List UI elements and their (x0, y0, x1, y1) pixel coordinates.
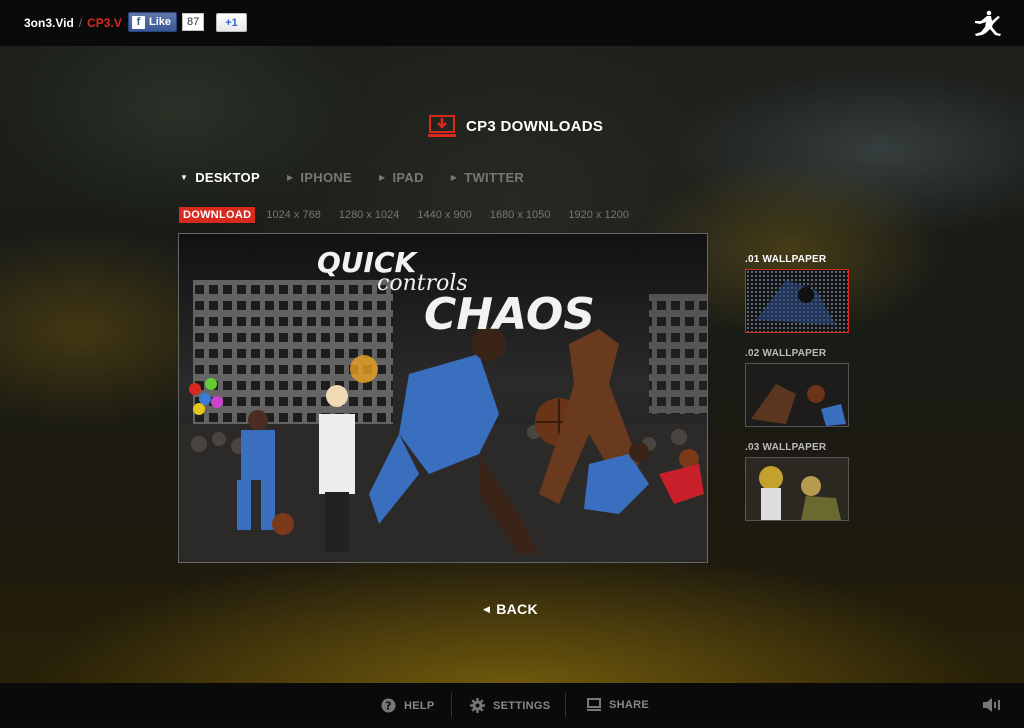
facebook-like-button[interactable]: f Like (128, 12, 178, 32)
help-button[interactable]: ? HELP (381, 698, 435, 713)
tab-desktop[interactable]: ▼ DESKTOP (180, 170, 260, 185)
wallpaper-thumbnails: .01 WALLPAPER .02 WALLPAPER .03 WALLPAPE… (745, 254, 849, 536)
wallpaper-label: .03 WALLPAPER (745, 442, 827, 453)
download-button[interactable]: DOWNLOAD (179, 207, 256, 223)
breadcrumb-current[interactable]: CP3.V (87, 16, 122, 30)
share-label: SHARE (609, 699, 650, 711)
resolution-option[interactable]: 1920 x 1200 (568, 209, 629, 221)
resolution-option[interactable]: 1440 x 900 (417, 209, 471, 221)
device-tabs: ▼ DESKTOP ▶ IPHONE ▶ IPAD ▶ TWITTER (180, 170, 551, 185)
wallpaper-preview-image: QUICK controls CHAOS (179, 234, 707, 562)
wallpaper-label: .01 WALLPAPER (745, 254, 827, 265)
facebook-like-count: 87 (182, 13, 205, 31)
jumpman-logo-icon[interactable] (974, 10, 1002, 36)
wallpaper-thumbnail-image (746, 364, 848, 426)
tab-label: DESKTOP (195, 170, 260, 185)
preview-text-chaos: CHAOS (424, 289, 595, 340)
back-label: BACK (496, 601, 538, 617)
facebook-like-widget: f Like 87 (128, 12, 205, 32)
tab-label: IPAD (392, 170, 424, 185)
facebook-like-label: Like (149, 16, 172, 28)
wallpaper-label: .02 WALLPAPER (745, 348, 827, 359)
caret-right-icon: ▶ (450, 173, 458, 182)
resolution-row: DOWNLOAD 1024 x 768 1280 x 1024 1440 x 9… (179, 207, 647, 223)
wallpaper-thumbnail[interactable] (745, 457, 849, 521)
tab-twitter[interactable]: ▶ TWITTER (451, 170, 524, 185)
wallpaper-option[interactable]: .03 WALLPAPER (745, 442, 849, 521)
wallpaper-thumbnail[interactable] (745, 269, 849, 333)
tab-iphone[interactable]: ▶ IPHONE (287, 170, 352, 185)
wallpaper-thumbnail[interactable] (745, 363, 849, 427)
svg-text:?: ? (385, 700, 392, 713)
breadcrumb-home-link[interactable]: 3on3.Vid (24, 16, 74, 30)
caret-down-icon: ▼ (180, 173, 189, 182)
wallpaper-thumbnail-image (746, 458, 848, 520)
settings-button[interactable]: SETTINGS (470, 698, 550, 713)
top-bar: 3on3.Vid / CP3.V f Like 87 +1 (0, 0, 1024, 46)
sound-icon[interactable] (982, 698, 1002, 712)
breadcrumb: 3on3.Vid / CP3.V (24, 16, 122, 30)
settings-label: SETTINGS (493, 699, 551, 712)
tab-label: TWITTER (464, 170, 525, 185)
download-tray-icon (428, 115, 456, 137)
caret-left-icon: ◀ (483, 603, 491, 614)
resolution-option[interactable]: 1680 x 1050 (490, 209, 551, 221)
wallpaper-option[interactable]: .02 WALLPAPER (745, 348, 849, 427)
tab-ipad[interactable]: ▶ IPAD (379, 170, 424, 185)
help-label: HELP (404, 699, 435, 712)
tab-label: IPHONE (300, 170, 353, 185)
page-title: CP3 DOWNLOADS (466, 117, 604, 135)
divider (451, 693, 452, 717)
wallpaper-preview: QUICK controls CHAOS (178, 233, 708, 563)
divider (565, 693, 566, 717)
breadcrumb-separator: / (78, 16, 83, 30)
gear-icon (470, 698, 485, 713)
google-plus-button[interactable]: +1 (216, 13, 247, 32)
share-screen-icon (587, 698, 601, 711)
share-button[interactable]: SHARE (587, 698, 649, 712)
bottom-bar: ? HELP SETTINGS SHARE (0, 683, 1024, 728)
back-button[interactable]: ◀ BACK (483, 601, 538, 617)
help-icon: ? (381, 698, 396, 713)
wallpaper-option[interactable]: .01 WALLPAPER (745, 254, 849, 333)
caret-right-icon: ▶ (379, 173, 386, 182)
resolution-option[interactable]: 1280 x 1024 (339, 209, 400, 221)
downloads-heading: CP3 DOWNLOADS (428, 114, 603, 138)
facebook-icon: f (132, 15, 145, 29)
resolution-option[interactable]: 1024 x 768 (266, 209, 320, 221)
caret-right-icon: ▶ (286, 173, 294, 182)
wallpaper-thumbnail-image (746, 270, 848, 332)
